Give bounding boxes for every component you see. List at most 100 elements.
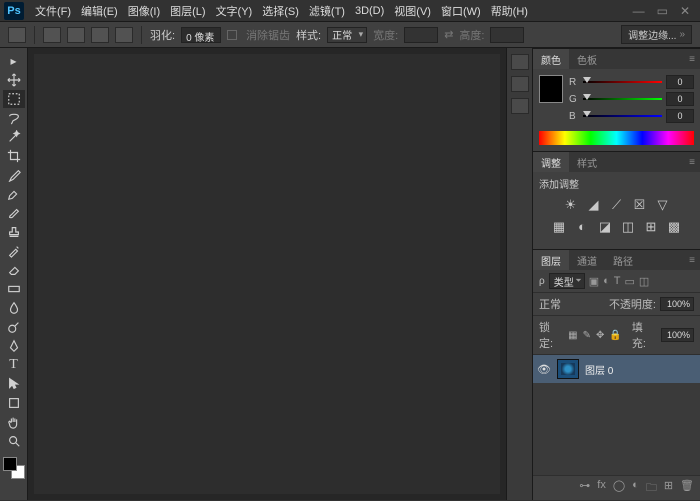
filter-type-icon[interactable]: T bbox=[614, 275, 621, 287]
marquee-tool-icon[interactable] bbox=[3, 90, 25, 108]
adj-levels-icon[interactable]: ◢ bbox=[587, 197, 601, 213]
type-tool-icon[interactable]: T bbox=[3, 356, 25, 374]
dock-icon-2[interactable] bbox=[511, 76, 529, 92]
adj-brightness-icon[interactable]: ☀ bbox=[564, 197, 578, 213]
menu-3d[interactable]: 3D(D) bbox=[350, 5, 389, 17]
lock-paint-icon[interactable]: ✎ bbox=[583, 330, 591, 341]
history-brush-tool-icon[interactable] bbox=[3, 242, 25, 260]
menu-filter[interactable]: 滤镜(T) bbox=[304, 3, 350, 19]
path-select-tool-icon[interactable] bbox=[3, 375, 25, 393]
close-icon[interactable]: ✕ bbox=[680, 4, 690, 18]
adj-invert-icon[interactable]: ▩ bbox=[667, 219, 681, 235]
tab-channels[interactable]: 通道 bbox=[569, 250, 605, 270]
slider-g[interactable]: G0 bbox=[569, 92, 694, 106]
opacity-input[interactable]: 100% bbox=[660, 297, 694, 311]
visibility-icon[interactable]: 👁 bbox=[537, 363, 551, 376]
adj-curves-icon[interactable]: ⟋ bbox=[610, 197, 624, 213]
menu-view[interactable]: 视图(V) bbox=[389, 3, 436, 19]
tab-paths[interactable]: 路径 bbox=[605, 250, 641, 270]
stamp-tool-icon[interactable] bbox=[3, 223, 25, 241]
lock-all-icon[interactable]: 🔒 bbox=[609, 330, 621, 341]
menu-image[interactable]: 图像(I) bbox=[123, 3, 165, 19]
eyedropper-tool-icon[interactable] bbox=[3, 166, 25, 184]
tab-swatches[interactable]: 色板 bbox=[569, 49, 605, 69]
filter-type-select[interactable]: 类型 bbox=[549, 273, 585, 289]
slider-b[interactable]: B0 bbox=[569, 109, 694, 123]
sel-mode-new-icon[interactable] bbox=[43, 27, 61, 43]
trash-icon[interactable]: 🗑 bbox=[680, 479, 694, 498]
gradient-tool-icon[interactable] bbox=[3, 280, 25, 298]
adj-photo-filter-icon[interactable]: ◪ bbox=[598, 219, 612, 235]
filter-shape-icon[interactable]: ▭ bbox=[625, 275, 635, 288]
adj-lut-icon[interactable]: ⊞ bbox=[644, 219, 658, 235]
layer-list[interactable]: 👁 图层 0 bbox=[533, 355, 700, 475]
adj-hue-icon[interactable]: ▦ bbox=[552, 219, 566, 235]
style-select[interactable]: 正常 bbox=[327, 27, 367, 43]
layer-row[interactable]: 👁 图层 0 bbox=[533, 355, 700, 383]
link-icon[interactable]: ⊶ bbox=[579, 479, 590, 498]
pen-tool-icon[interactable] bbox=[3, 337, 25, 355]
menu-help[interactable]: 帮助(H) bbox=[486, 3, 533, 19]
slider-r[interactable]: R0 bbox=[569, 75, 694, 89]
tab-styles[interactable]: 样式 bbox=[569, 152, 605, 172]
shape-tool-icon[interactable] bbox=[3, 394, 25, 412]
crop-tool-icon[interactable] bbox=[3, 147, 25, 165]
filter-icon[interactable]: ρ bbox=[539, 276, 545, 287]
sel-mode-sub-icon[interactable] bbox=[91, 27, 109, 43]
document-canvas[interactable] bbox=[34, 54, 500, 494]
spectrum-bar[interactable] bbox=[539, 131, 694, 145]
minimize-icon[interactable]: — bbox=[633, 4, 645, 18]
sel-mode-add-icon[interactable] bbox=[67, 27, 85, 43]
new-layer-icon[interactable]: ⊞ bbox=[664, 479, 673, 498]
menu-edit[interactable]: 编辑(E) bbox=[76, 3, 123, 19]
eraser-tool-icon[interactable] bbox=[3, 261, 25, 279]
menu-type[interactable]: 文字(Y) bbox=[211, 3, 258, 19]
adj-exposure-icon[interactable]: ☒ bbox=[633, 197, 647, 213]
tab-adjustments[interactable]: 调整 bbox=[533, 152, 569, 172]
dock-icon-1[interactable] bbox=[511, 54, 529, 70]
lasso-tool-icon[interactable] bbox=[3, 109, 25, 127]
lock-pos-icon[interactable]: ✥ bbox=[596, 330, 604, 341]
maximize-icon[interactable]: ▭ bbox=[657, 4, 668, 18]
panel-menu-icon[interactable]: ≡ bbox=[684, 250, 700, 270]
dock-icon-3[interactable] bbox=[511, 98, 529, 114]
adj-bw-icon[interactable]: ◐ bbox=[575, 219, 589, 235]
tab-layers[interactable]: 图层 bbox=[533, 250, 569, 270]
fg-bg-swatch[interactable] bbox=[539, 75, 563, 103]
fill-input[interactable]: 100% bbox=[661, 328, 694, 342]
mask-icon[interactable]: ◯ bbox=[613, 479, 625, 498]
wand-tool-icon[interactable] bbox=[3, 128, 25, 146]
adj-vibrance-icon[interactable]: ▽ bbox=[656, 197, 670, 213]
color-swatch[interactable] bbox=[3, 457, 25, 479]
filter-adj-icon[interactable]: ◐ bbox=[603, 275, 610, 287]
group-icon[interactable]: 🗀 bbox=[646, 479, 657, 498]
zoom-tool-icon[interactable] bbox=[3, 432, 25, 450]
panel-menu-icon[interactable]: ≡ bbox=[684, 49, 700, 69]
antialias-check[interactable] bbox=[227, 30, 237, 40]
sel-mode-int-icon[interactable] bbox=[115, 27, 133, 43]
dodge-tool-icon[interactable] bbox=[3, 318, 25, 336]
menu-window[interactable]: 窗口(W) bbox=[436, 3, 486, 19]
adj-mixer-icon[interactable]: ◫ bbox=[621, 219, 635, 235]
expand-icon[interactable]: ▸ bbox=[3, 52, 25, 70]
hand-tool-icon[interactable] bbox=[3, 413, 25, 431]
adj-layer-icon[interactable]: ◐ bbox=[632, 479, 639, 498]
refine-edge-button[interactable]: 调整边缘... bbox=[621, 25, 692, 44]
brush-tool-icon[interactable] bbox=[3, 204, 25, 222]
layer-name[interactable]: 图层 0 bbox=[585, 362, 613, 377]
current-tool-icon[interactable] bbox=[8, 27, 26, 43]
menu-select[interactable]: 选择(S) bbox=[257, 3, 304, 19]
blur-tool-icon[interactable] bbox=[3, 299, 25, 317]
feather-input[interactable]: 0 像素 bbox=[181, 27, 221, 43]
filter-smart-icon[interactable]: ◫ bbox=[639, 275, 649, 288]
heal-tool-icon[interactable] bbox=[3, 185, 25, 203]
layer-thumb[interactable] bbox=[557, 359, 579, 379]
move-tool-icon[interactable] bbox=[3, 71, 25, 89]
menu-file[interactable]: 文件(F) bbox=[30, 3, 76, 19]
panel-menu-icon[interactable]: ≡ bbox=[684, 152, 700, 172]
filter-img-icon[interactable]: ▣ bbox=[589, 275, 599, 288]
blend-mode-select[interactable]: 正常 bbox=[539, 296, 585, 312]
menu-layer[interactable]: 图层(L) bbox=[165, 3, 210, 19]
tab-color[interactable]: 颜色 bbox=[533, 49, 569, 69]
lock-trans-icon[interactable]: ▦ bbox=[568, 330, 577, 341]
